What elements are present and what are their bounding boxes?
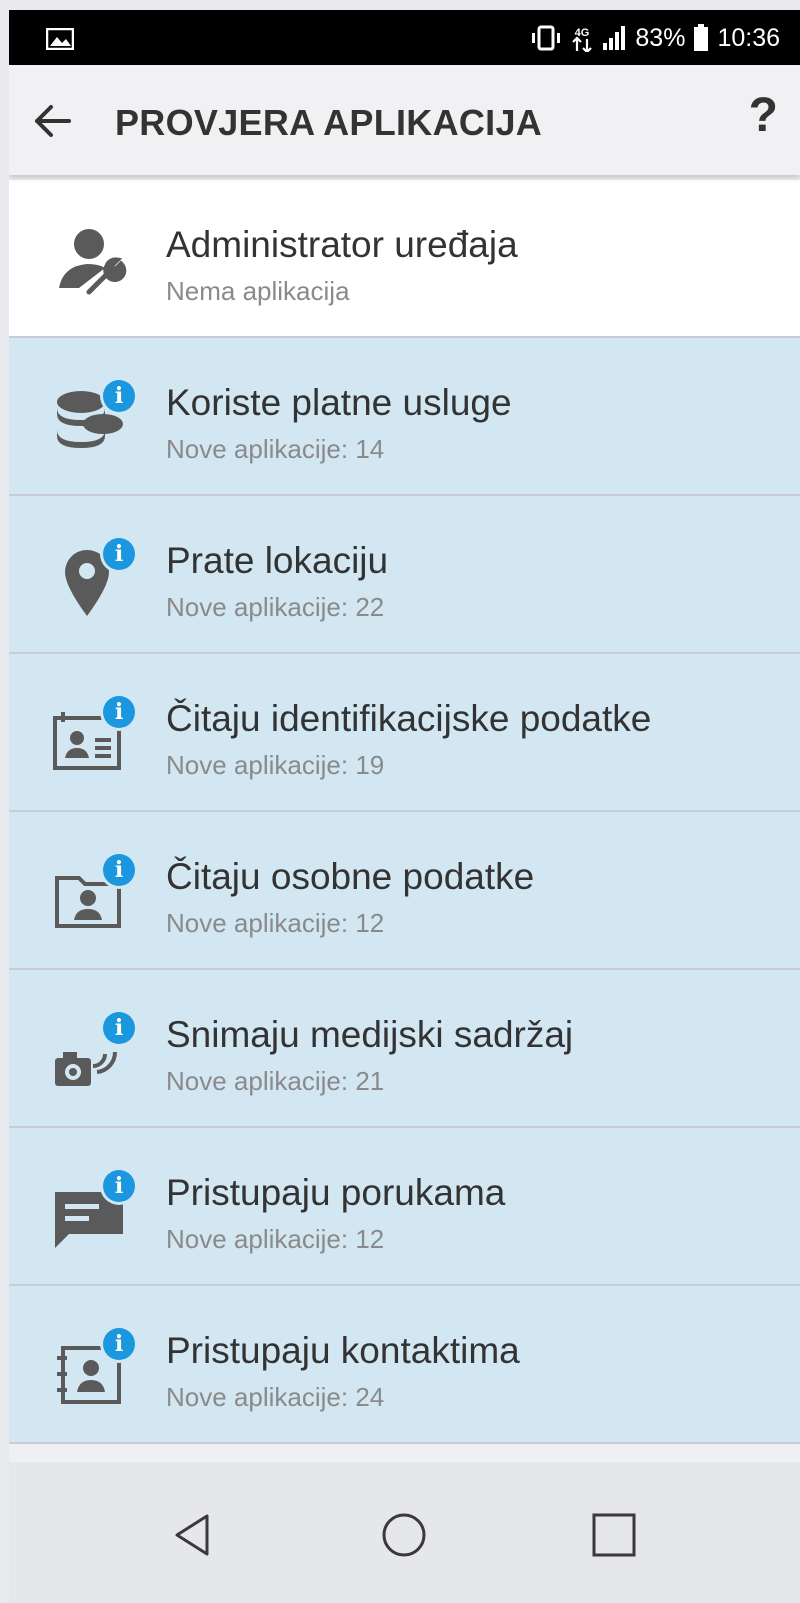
gallery-notification-icon [46, 28, 74, 50]
list-item-media-recording[interactable]: i Snimaju medijski sadržaj Nove aplikaci… [9, 970, 800, 1128]
info-badge-icon: i [103, 1012, 135, 1044]
nav-home-circle-icon[interactable] [379, 1510, 429, 1560]
list-item-paid-services[interactable]: i Koriste platne usluge Nove aplikacije:… [9, 338, 800, 496]
status-bar: 4G 83% 10:36 [9, 10, 800, 65]
info-badge-icon: i [103, 696, 135, 728]
coins-icon-wrap: i [49, 380, 135, 460]
item-subtitle: Nove aplikacije: 19 [166, 750, 385, 780]
contacts-icon-wrap: i [49, 1328, 135, 1408]
item-title: Pristupaju porukama [166, 1172, 506, 1213]
network-4g-icon: 4G [572, 27, 593, 52]
info-badge-icon: i [103, 538, 135, 570]
item-title: Administrator uređaja [166, 224, 518, 265]
battery-percent: 83% [635, 23, 686, 52]
clock: 10:36 [717, 23, 780, 52]
permission-list: Administrator uređaja Nema aplikacija i … [9, 180, 800, 1444]
list-item-contacts[interactable]: i Pristupaju kontaktima Nove aplikacije:… [9, 1286, 800, 1444]
item-title: Čitaju identifikacijske podatke [166, 698, 652, 739]
info-badge-icon: i [103, 1328, 135, 1360]
system-nav-bar [9, 1462, 800, 1603]
id-card-icon-wrap: i [49, 696, 135, 776]
info-badge-icon: i [103, 854, 135, 886]
status-right: 4G 83% 10:36 [529, 22, 780, 54]
camera-mic-icon-wrap: i [49, 1012, 135, 1092]
list-item-device-admin[interactable]: Administrator uređaja Nema aplikacija [9, 180, 800, 338]
item-title: Snimaju medijski sadržaj [166, 1014, 574, 1055]
battery-icon [694, 24, 709, 51]
location-icon-wrap: i [49, 538, 135, 618]
item-subtitle: Nove aplikacije: 24 [166, 1382, 385, 1412]
back-arrow-icon[interactable] [31, 100, 73, 142]
item-subtitle: Nove aplikacije: 21 [166, 1066, 385, 1096]
item-title: Prate lokaciju [166, 540, 389, 581]
item-subtitle: Nove aplikacije: 12 [166, 908, 385, 938]
list-item-messages[interactable]: i Pristupaju porukama Nove aplikacije: 1… [9, 1128, 800, 1286]
app-toolbar: PROVJERA APLIKACIJA ? [9, 65, 800, 175]
item-title: Koriste platne usluge [166, 382, 512, 423]
phone-screen: 4G 83% 10:36 PROVJERA APLIKACIJA ? Admin… [9, 10, 800, 1603]
personal-data-icon-wrap: i [49, 854, 135, 934]
item-subtitle: Nove aplikacije: 14 [166, 434, 385, 464]
item-subtitle: Nove aplikacije: 22 [166, 592, 385, 622]
vibrate-icon [532, 25, 561, 51]
item-title: Pristupaju kontaktima [166, 1330, 520, 1371]
nav-back-triangle-icon[interactable] [167, 1510, 217, 1560]
list-item-location[interactable]: i Prate lokaciju Nove aplikacije: 22 [9, 496, 800, 654]
help-button[interactable]: ? [749, 92, 778, 140]
item-subtitle: Nove aplikacije: 12 [166, 1224, 385, 1254]
nav-recents-square-icon[interactable] [591, 1512, 637, 1558]
info-badge-icon: i [103, 380, 135, 412]
info-badge-icon: i [103, 1170, 135, 1202]
page-title: PROVJERA APLIKACIJA [115, 102, 543, 143]
item-title: Čitaju osobne podatke [166, 856, 535, 897]
signal-icon [603, 26, 626, 50]
admin-icon [59, 229, 127, 295]
item-subtitle: Nema aplikacija [166, 276, 350, 306]
list-item-personal-data[interactable]: i Čitaju osobne podatke Nove aplikacije:… [9, 812, 800, 970]
messages-icon-wrap: i [49, 1170, 135, 1250]
list-item-identification[interactable]: i Čitaju identifikacijske podatke Nove a… [9, 654, 800, 812]
